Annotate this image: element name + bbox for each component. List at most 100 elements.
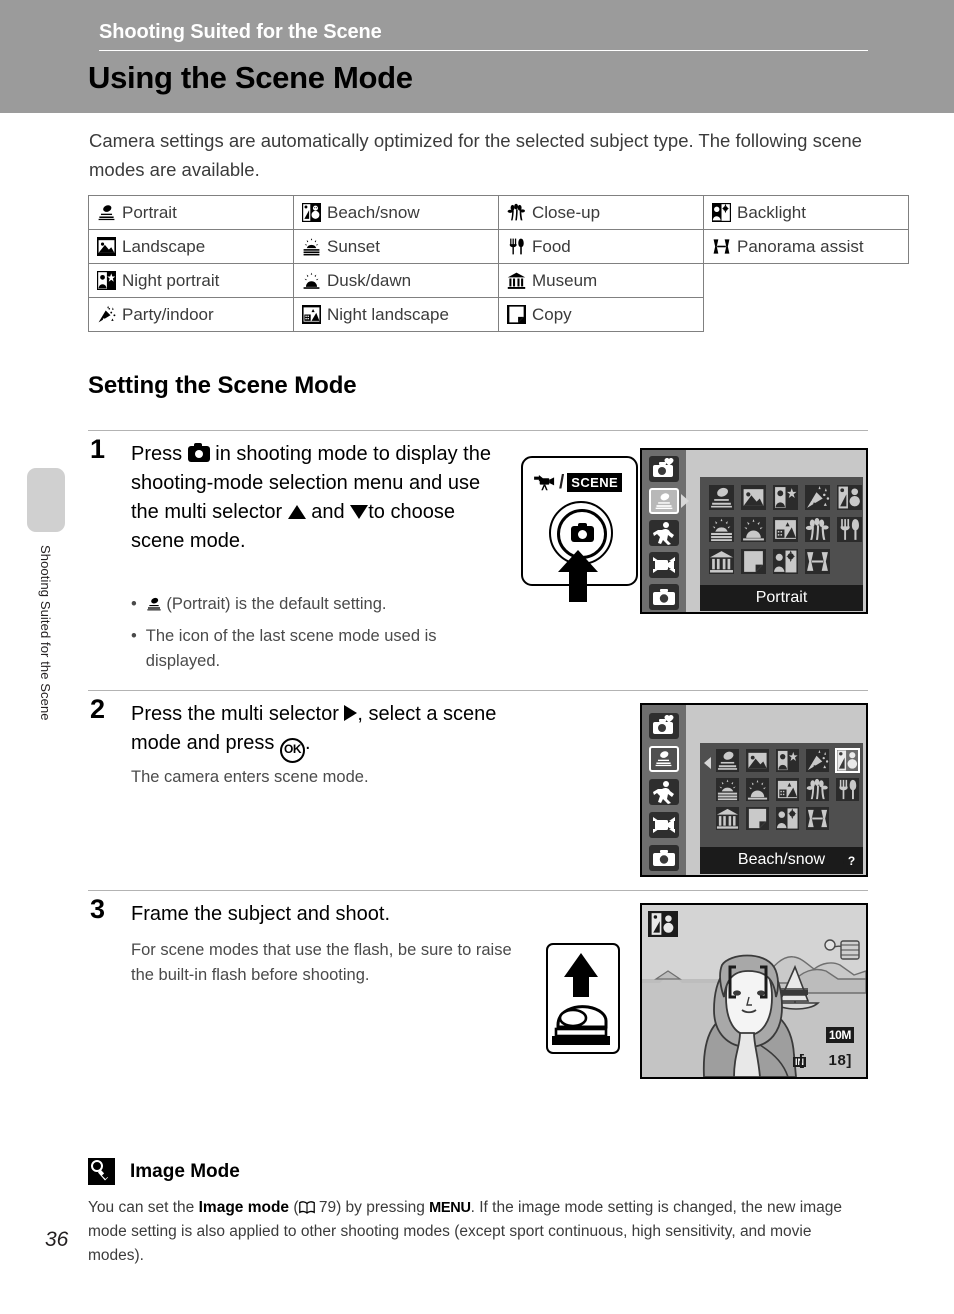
step-2-text-a: Press the multi selector — [131, 703, 339, 725]
scene-mode-icon[interactable] — [649, 746, 679, 772]
tile-close-up-icon[interactable] — [806, 778, 829, 801]
step-number-1: 1 — [90, 434, 106, 464]
tile-backlight-icon[interactable] — [773, 549, 798, 574]
table-cell-portrait: Portrait — [88, 195, 294, 230]
note-title: Image Mode — [130, 1161, 240, 1182]
list-item: • (Portrait) is the default setting. — [131, 592, 511, 620]
auto-mode-icon[interactable] — [649, 584, 679, 610]
night-portrait-icon — [97, 271, 116, 290]
table-cell-empty — [704, 264, 909, 298]
movie-mode-icon[interactable] — [649, 552, 679, 578]
sunset-icon — [302, 237, 321, 256]
step-3-title: Frame the subject and shoot. — [131, 903, 391, 925]
tile-row — [700, 743, 863, 773]
tile-landscape-icon[interactable] — [746, 749, 769, 772]
tile-party-indoor-icon[interactable] — [806, 749, 829, 772]
step-number-3: 3 — [90, 894, 106, 924]
beach-snow-icon — [302, 203, 321, 222]
dial-label-row: / SCENE — [533, 471, 623, 493]
portrait-icon — [97, 203, 116, 222]
tile-copy-icon[interactable] — [746, 807, 769, 830]
tile-night-landscape-icon[interactable] — [773, 517, 798, 542]
bullet-dot: • — [131, 627, 137, 645]
cell-label: Night portrait — [122, 270, 220, 290]
tile-portrait-icon[interactable] — [716, 749, 739, 772]
table-row: Party/indoor Night landscape Copy — [88, 297, 909, 332]
step-1-text-c: and — [311, 501, 345, 523]
scene-label-chip: SCENE — [567, 473, 623, 492]
tile-backlight-icon[interactable] — [776, 807, 799, 830]
scene-caption-step2: Beach/snow — [700, 847, 863, 874]
book-reference-icon — [298, 1198, 315, 1215]
page-number: 36 — [45, 1228, 69, 1251]
scene-mode-icon[interactable] — [649, 488, 679, 514]
auto-mode-icon[interactable] — [649, 845, 679, 871]
scene-tile-grid — [700, 477, 863, 585]
sport-mode-icon[interactable] — [649, 520, 679, 546]
museum-icon — [507, 271, 526, 290]
tile-beach-snow-icon[interactable] — [837, 485, 862, 510]
cell-label: Beach/snow — [327, 202, 420, 222]
tile-row — [700, 477, 863, 510]
step-1-text: Press in shooting mode to display the sh… — [131, 440, 501, 556]
shots-remaining-value: 18 — [828, 1052, 847, 1069]
tile-sunset-icon[interactable] — [709, 517, 734, 542]
tile-landscape-icon[interactable] — [741, 485, 766, 510]
camera-button-icon — [187, 443, 210, 462]
tile-panorama-assist-icon[interactable] — [806, 807, 829, 830]
step-number-2: 2 — [90, 694, 106, 724]
table-cell-museum: Museum — [498, 263, 704, 298]
landscape-icon — [97, 237, 116, 256]
back-caret-icon — [704, 757, 711, 769]
press-arrow-up-icon — [556, 550, 600, 602]
dial-separator: / — [559, 471, 565, 493]
header-divider — [99, 50, 868, 51]
high-sensitivity-mode-icon[interactable] — [649, 456, 679, 482]
tile-dusk-dawn-icon[interactable] — [741, 517, 766, 542]
tile-food-icon[interactable] — [836, 778, 859, 801]
multi-selector-up-icon — [287, 505, 306, 519]
flash-press-diagram — [546, 943, 620, 1054]
sample-photo-step3: 10M IN [ 18] — [640, 903, 868, 1079]
tile-panorama-assist-icon[interactable] — [805, 549, 830, 574]
step-2-text-c: . — [304, 732, 311, 754]
note-page-ref: 79) by pressing — [318, 1199, 430, 1216]
tile-close-up-icon[interactable] — [805, 517, 830, 542]
ok-button-icon: OK — [279, 738, 305, 763]
tile-beach-snow-icon[interactable] — [835, 748, 860, 773]
tile-row — [700, 510, 863, 542]
tile-night-portrait-icon[interactable] — [776, 749, 799, 772]
step-2-subtext: The camera enters scene mode. — [131, 768, 369, 786]
tile-museum-icon[interactable] — [716, 807, 739, 830]
party-indoor-icon — [97, 305, 116, 324]
tile-night-portrait-icon[interactable] — [773, 485, 798, 510]
help-badge[interactable]: ? — [843, 853, 860, 870]
food-icon — [507, 237, 526, 256]
sport-mode-icon[interactable] — [649, 779, 679, 805]
tile-museum-icon[interactable] — [709, 549, 734, 574]
bullet-text: (Portrait) is the default setting. — [146, 592, 387, 620]
table-cell-night-portrait: Night portrait — [88, 263, 294, 298]
high-sensitivity-mode-icon[interactable] — [649, 713, 679, 739]
tile-row — [700, 542, 863, 574]
tile-portrait-icon[interactable] — [709, 485, 734, 510]
movie-mode-icon[interactable] — [649, 812, 679, 838]
page-title: Using the Scene Mode — [88, 60, 413, 95]
tile-night-landscape-icon[interactable] — [776, 778, 799, 801]
table-cell-party-indoor: Party/indoor — [88, 297, 294, 332]
step-divider — [88, 890, 868, 891]
tile-sunset-icon[interactable] — [716, 778, 739, 801]
bullet-label: (Portrait) is the default setting. — [166, 595, 387, 613]
step-1-text-a: Press — [131, 443, 183, 465]
table-cell-close-up: Close-up — [498, 195, 704, 230]
step-2-text: Press the multi selector , select a scen… — [131, 700, 551, 763]
tile-party-indoor-icon[interactable] — [805, 485, 830, 510]
tile-food-icon[interactable] — [837, 517, 862, 542]
table-cell-food: Food — [498, 229, 704, 264]
multi-selector-right-icon — [344, 705, 358, 721]
tile-dusk-dawn-icon[interactable] — [746, 778, 769, 801]
bullet-label: The icon of the last scene mode used is … — [145, 627, 437, 670]
list-item: • The icon of the last scene mode used i… — [131, 624, 511, 674]
cell-label: Close-up — [532, 202, 601, 222]
tile-copy-icon[interactable] — [741, 549, 766, 574]
